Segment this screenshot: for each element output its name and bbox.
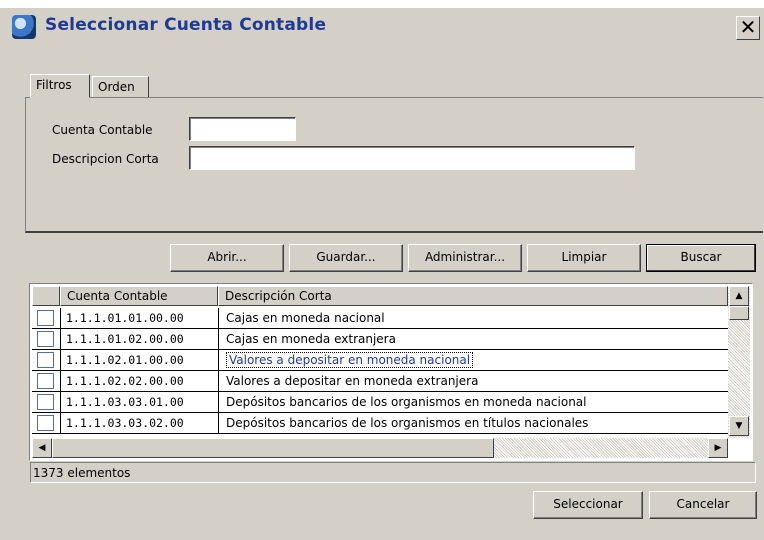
row-checkbox[interactable] xyxy=(37,373,54,389)
descripcion-corta-input[interactable] xyxy=(189,146,635,170)
cuenta-cell: 1.1.1.02.02.00.00 xyxy=(66,374,184,388)
scroll-up-icon[interactable]: ▲ xyxy=(729,286,749,306)
close-button[interactable]: ✕ xyxy=(736,16,760,40)
column-header-cuenta[interactable]: Cuenta Contable xyxy=(60,286,218,306)
row-checkbox[interactable] xyxy=(37,352,54,368)
scroll-down-icon[interactable]: ▼ xyxy=(729,416,749,436)
cuenta-cell: 1.1.1.02.01.00.00 xyxy=(66,353,184,367)
cancelar-button[interactable]: Cancelar xyxy=(649,491,757,519)
vertical-scroll-thumb[interactable] xyxy=(729,306,749,320)
descripcion-cell: Valores a depositar en moneda extranjera xyxy=(226,374,479,388)
administrar-button[interactable]: Administrar... xyxy=(408,244,522,272)
table-row[interactable]: 1.1.1.03.03.02.00 Depósitos bancarios de… xyxy=(32,413,728,434)
table-row[interactable]: 1.1.1.02.02.00.00 Valores a depositar en… xyxy=(32,371,728,392)
status-bar: 1373 elementos xyxy=(30,462,756,483)
horizontal-scroll-thumb[interactable] xyxy=(52,438,494,458)
accounts-table[interactable]: Cuenta Contable Descripción Corta 1.1.1.… xyxy=(29,283,753,461)
table-row[interactable]: 1.1.1.03.03.01.00 Depósitos bancarios de… xyxy=(32,392,728,413)
cuenta-contable-label: Cuenta Contable xyxy=(52,123,153,137)
table-row[interactable]: 1.1.1.01.01.00.00 Cajas en moneda nacion… xyxy=(32,308,728,329)
descripcion-cell: Depósitos bancarios de los organismos en… xyxy=(226,395,587,409)
title-bar: Seleccionar Cuenta Contable ✕ xyxy=(0,0,764,46)
cuenta-cell: 1.1.1.01.01.00.00 xyxy=(66,311,184,325)
abrir-button[interactable]: Abrir... xyxy=(170,244,284,272)
window-title: Seleccionar Cuenta Contable xyxy=(45,15,327,35)
cuenta-cell: 1.1.1.01.02.00.00 xyxy=(66,332,184,346)
cuenta-contable-input[interactable] xyxy=(189,117,296,141)
horizontal-scrollbar[interactable]: ◀ ▶ xyxy=(32,438,728,458)
descripcion-cell: Cajas en moneda extranjera xyxy=(226,332,396,346)
scroll-right-icon[interactable]: ▶ xyxy=(708,438,728,458)
guardar-button[interactable]: Guardar... xyxy=(289,244,403,272)
scroll-left-icon[interactable]: ◀ xyxy=(32,438,52,458)
limpiar-button[interactable]: Limpiar xyxy=(527,244,641,272)
app-logo-icon xyxy=(12,15,36,39)
cuenta-cell: 1.1.1.03.03.02.00 xyxy=(66,416,184,430)
descripcion-corta-label: Descripcion Corta xyxy=(52,152,159,166)
table-row[interactable]: 1.1.1.01.02.00.00 Cajas en moneda extran… xyxy=(32,329,728,350)
column-header-descripcion[interactable]: Descripción Corta xyxy=(218,286,728,306)
seleccionar-button[interactable]: Seleccionar xyxy=(533,491,643,519)
table-row[interactable]: 1.1.1.02.01.00.00 Valores a depositar en… xyxy=(32,350,728,371)
tab-filtros[interactable]: Filtros xyxy=(30,74,90,98)
row-checkbox[interactable] xyxy=(37,310,54,326)
row-checkbox[interactable] xyxy=(37,415,54,431)
cuenta-cell: 1.1.1.03.03.01.00 xyxy=(66,395,184,409)
vertical-scrollbar[interactable]: ▲ ▼ xyxy=(728,286,750,438)
tab-orden[interactable]: Orden xyxy=(92,76,149,98)
row-checkbox[interactable] xyxy=(37,331,54,347)
focused-cell-text: Valores a depositar en moneda nacional xyxy=(226,352,474,368)
descripcion-cell: Valores a depositar en moneda nacional xyxy=(226,352,474,368)
select-column-header xyxy=(32,286,60,306)
descripcion-cell: Depósitos bancarios de los organismos en… xyxy=(226,416,589,430)
row-checkbox[interactable] xyxy=(37,394,54,410)
buscar-button[interactable]: Buscar xyxy=(646,244,756,272)
descripcion-cell: Cajas en moneda nacional xyxy=(226,311,385,325)
